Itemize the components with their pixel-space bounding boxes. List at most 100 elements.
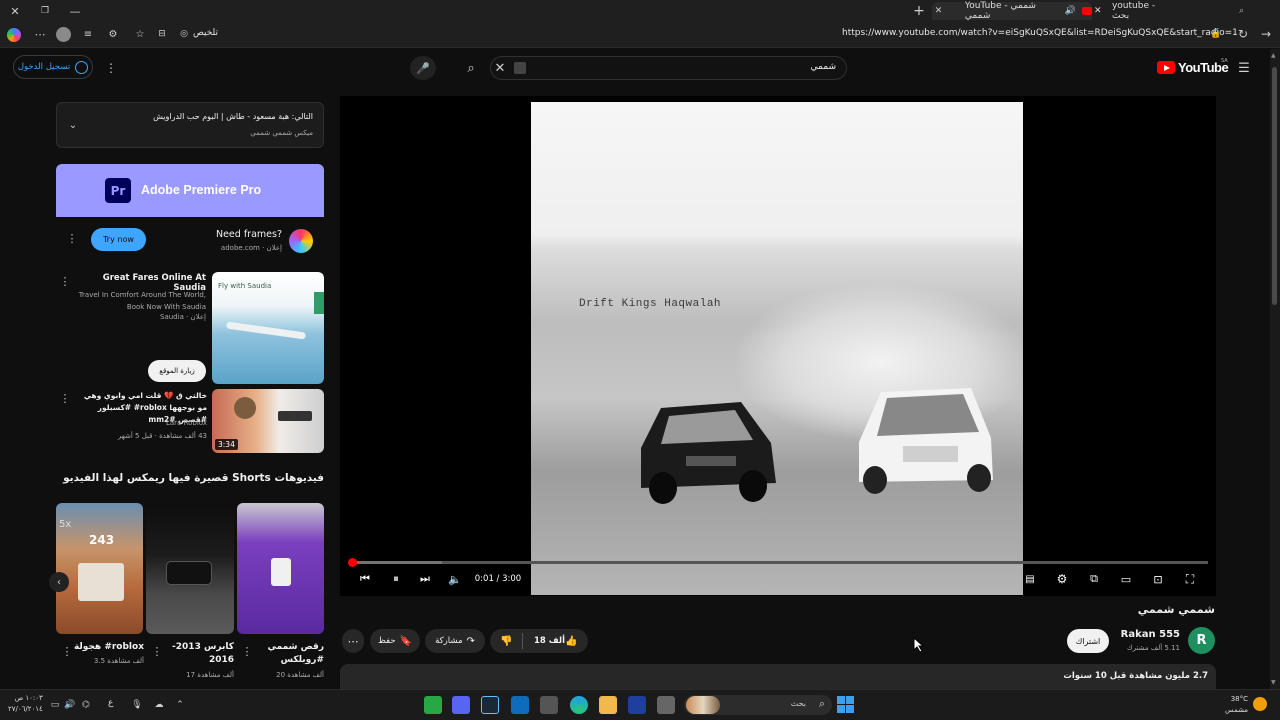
search-input[interactable]: شممي	[811, 62, 836, 72]
cast-icon[interactable]: ⊡	[1149, 570, 1167, 588]
restore-window-icon[interactable]: ❐	[38, 4, 52, 18]
extensions-icon[interactable]: ⚙	[106, 27, 120, 41]
summarize-button[interactable]: تلخيص	[193, 28, 218, 38]
captions-icon[interactable]: ▤	[1021, 570, 1039, 588]
edge-icon[interactable]	[570, 696, 588, 714]
chevron-down-icon[interactable]: ⌄	[66, 118, 80, 132]
outlook-icon[interactable]	[511, 696, 529, 714]
video-menu-icon[interactable]: ⋮	[59, 391, 71, 405]
battery-icon[interactable]: ▭	[49, 699, 61, 711]
tab-youtube-search[interactable]: ✕ youtube - بحث ⌕	[1094, 1, 1244, 21]
try-now-button[interactable]: Try now	[91, 228, 146, 251]
like-count[interactable]: 18 ألف	[534, 636, 565, 646]
search-box[interactable]: ⌕ ✕ شممي	[467, 56, 847, 80]
channel-name[interactable]: Rakan 555	[1110, 629, 1180, 640]
lock-icon[interactable]: 🔒	[1209, 27, 1223, 41]
short-menu-icon[interactable]: ⋮	[62, 644, 73, 658]
close-tab-icon[interactable]: ✕	[932, 6, 945, 16]
short-title-3[interactable]: رقص شممي #روبلكس	[254, 641, 324, 667]
ad-card-premiere[interactable]: Pr Adobe Premiere Pro ⋮ Try now Need fra…	[56, 164, 324, 265]
save-button[interactable]: حفظ 🔖	[370, 629, 420, 653]
visit-site-button[interactable]: زيارة الموقع	[148, 360, 206, 382]
copilot-icon[interactable]	[7, 28, 21, 42]
progress-scrubber[interactable]	[348, 558, 357, 567]
show-hidden-icons[interactable]: ⌃	[174, 699, 186, 711]
ad-thumbnail[interactable]: Fly with Saudia	[212, 272, 324, 384]
more-actions-button[interactable]: ⋯	[342, 629, 364, 653]
start-button[interactable]	[837, 696, 854, 713]
task-view-icon[interactable]	[657, 696, 675, 714]
settings-more-icon[interactable]: ⋮	[104, 60, 118, 76]
next-icon[interactable]: ⏭	[417, 570, 433, 588]
subscribe-button[interactable]: اشتراك	[1067, 629, 1109, 653]
more-icon[interactable]: ⋯	[33, 27, 47, 41]
url-field[interactable]: https://www.youtube.com/watch?v=eiSgKuQS…	[842, 28, 1238, 38]
tab-youtube-video[interactable]: ✕ YouTube - شممي شممي 🔊	[932, 1, 1092, 21]
page-scrollbar[interactable]: ▲ ▼	[1270, 49, 1280, 689]
settings-gear-icon[interactable]: ⚙	[1053, 570, 1071, 588]
fullscreen-icon[interactable]: ⛶	[1181, 570, 1199, 588]
collections-icon[interactable]: ≡	[81, 27, 95, 41]
miniplayer-icon[interactable]: ⧉	[1085, 570, 1103, 588]
keyboard-icon[interactable]	[514, 62, 526, 74]
microphone-tray-icon[interactable]: 🎙	[131, 699, 143, 711]
short-thumbnail-3[interactable]	[237, 503, 324, 634]
taskbar-search[interactable]: بحث ⌕	[684, 695, 832, 715]
split-screen-icon[interactable]: ⊟	[155, 27, 169, 41]
short-title-1[interactable]: هجولة #roblox	[72, 642, 144, 652]
menu-hamburger-icon[interactable]: ☰	[1236, 61, 1252, 76]
sign-in-button[interactable]: تسجيل الدخول	[13, 55, 93, 79]
speaker-icon[interactable]: 🔊	[1065, 6, 1076, 16]
short-menu-icon[interactable]: ⋮	[242, 644, 253, 658]
favorites-star-icon[interactable]: ☆	[133, 27, 147, 41]
onedrive-icon[interactable]: ☁	[152, 699, 166, 711]
short-thumbnail-1[interactable]: 5x 243	[56, 503, 143, 634]
ad-title[interactable]: Need frames?	[216, 229, 282, 240]
progress-track[interactable]	[348, 558, 1208, 567]
scroll-up-icon[interactable]: ▲	[1271, 52, 1276, 59]
channel-avatar[interactable]: R	[1188, 627, 1215, 654]
previous-icon[interactable]: ⏮	[357, 570, 373, 588]
short-menu-icon[interactable]: ⋮	[152, 644, 163, 658]
playlist-panel[interactable]: ⌄ التالي: هبة مسعود - طاش | البوم حب الد…	[56, 102, 324, 148]
scrollbar-thumb[interactable]	[1272, 67, 1277, 305]
reload-icon[interactable]: ↻	[1236, 27, 1250, 41]
minimize-window-icon[interactable]: —	[68, 4, 82, 18]
ad-menu-icon[interactable]: ⋮	[66, 230, 78, 246]
video-channel[interactable]: Lara Roblox	[116, 419, 207, 427]
recommended-video[interactable]: ⋮ خالتي ق 💔 قلت امي وابوي وهي مو بوجهها …	[56, 389, 324, 453]
summarize-icon[interactable]: ◎	[178, 27, 190, 41]
ad-banner[interactable]: Pr Adobe Premiere Pro	[56, 164, 324, 217]
youtube-logo-icon[interactable]	[1157, 61, 1175, 74]
search-icon[interactable]: ⌕	[463, 60, 479, 76]
language-indicator[interactable]: ع	[108, 698, 113, 708]
share-button[interactable]: مشاركة ↷	[425, 629, 485, 653]
new-tab-icon[interactable]: +	[911, 3, 927, 19]
profile-icon[interactable]	[56, 27, 71, 42]
theater-mode-icon[interactable]: ▭	[1117, 570, 1135, 588]
short-title-2[interactable]: كابرس 2013-2016	[164, 641, 234, 667]
volume-icon[interactable]: 🔈	[447, 570, 463, 588]
close-tab-icon[interactable]: ✕	[1094, 6, 1108, 16]
like-icon[interactable]: 👍	[565, 636, 577, 647]
short-thumbnail-2[interactable]	[146, 503, 234, 634]
network-icon[interactable]: ⌬	[80, 699, 92, 711]
file-explorer-icon[interactable]	[599, 696, 617, 714]
calculator-icon[interactable]	[540, 696, 558, 714]
scroll-down-icon[interactable]: ▼	[1271, 679, 1276, 686]
carousel-prev-icon[interactable]: ‹	[49, 572, 69, 592]
clock[interactable]: ١٠:٠٣ ص ٢٧/٠٦/٢٠١٤	[8, 693, 43, 715]
volume-tray-icon[interactable]: 🔊	[64, 699, 76, 711]
dislike-icon[interactable]: 👎	[500, 636, 512, 647]
description-box[interactable]: 2.7 مليون مشاهدة قبل 10 سنوات	[340, 664, 1216, 689]
discord-icon[interactable]	[452, 696, 470, 714]
close-window-icon[interactable]: ✕	[8, 4, 22, 18]
video-thumbnail[interactable]: 3:34	[212, 389, 324, 453]
weather-widget[interactable]: 38°C مشمس	[1222, 694, 1248, 716]
app-icon-l[interactable]	[628, 696, 646, 714]
app-icon-1[interactable]	[424, 696, 442, 714]
pause-icon[interactable]: ⏸	[387, 570, 405, 588]
steam-icon[interactable]	[481, 696, 499, 714]
video-frame[interactable]: Drift Kings Haqwalah	[531, 102, 1023, 595]
back-arrow-icon[interactable]: →	[1259, 27, 1273, 41]
